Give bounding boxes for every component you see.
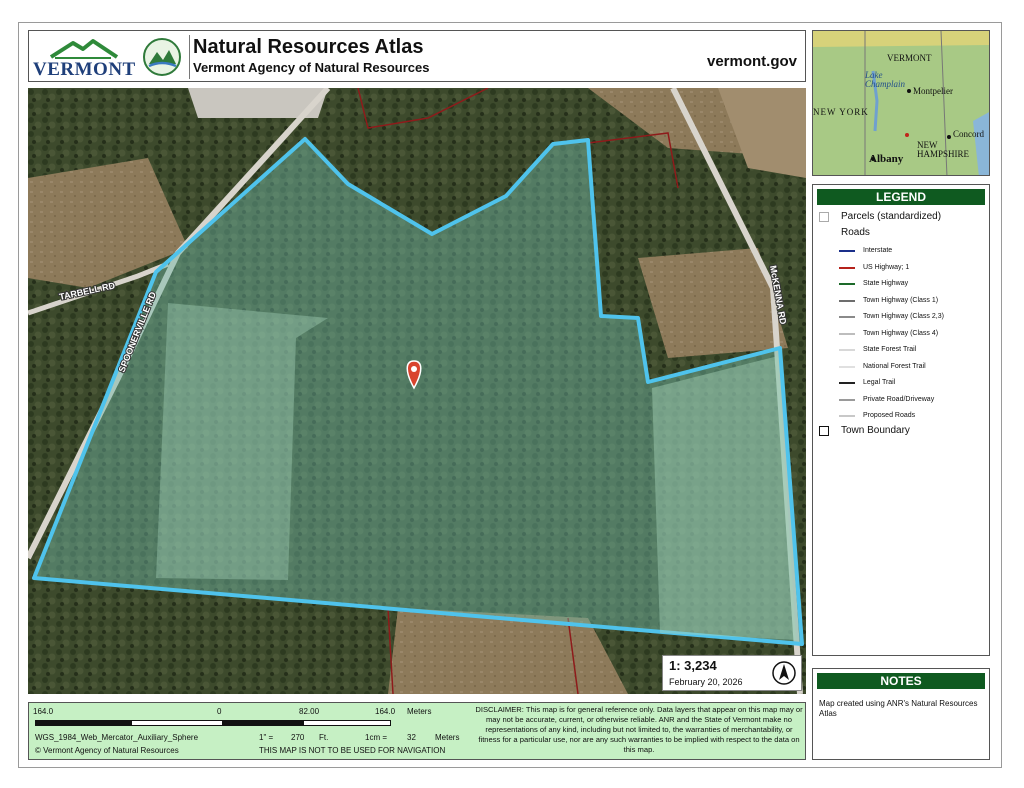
anr-logo-icon: [141, 36, 183, 78]
scale-label-mid: 82.00: [299, 707, 320, 716]
cm-scale-value: 32: [407, 733, 416, 742]
map-header: VERMONT Natural Resources Atlas Vermont …: [28, 30, 806, 82]
legend-roads: Roads: [841, 227, 870, 238]
inch-scale-label: 1" =: [259, 733, 274, 742]
vermont-logo-text: VERMONT: [33, 59, 136, 80]
road-legend-swatch: [839, 398, 855, 401]
inset-label-albany: Albany: [869, 153, 904, 165]
road-legend-label: State Forest Trail: [863, 346, 917, 353]
scale-label-zero: 0: [217, 707, 222, 716]
road-legend-label: State Highway: [863, 280, 909, 287]
scale-unit: Meters: [407, 707, 432, 716]
road-legend-label: US Highway; 1: [863, 263, 910, 271]
road-legend-swatch: [839, 283, 855, 285]
legend-title: LEGEND: [817, 189, 985, 205]
road-legend-swatch: [839, 415, 855, 417]
inch-scale-value: 270: [291, 733, 305, 742]
disclaimer: DISCLAIMER: This map is for general refe…: [475, 705, 803, 754]
road-legend-label: Town Highway (Class 4): [863, 329, 939, 337]
road-legend-swatch: [839, 266, 855, 269]
notes-title: NOTES: [817, 673, 985, 689]
inset-label-newyork: NEW YORK: [813, 107, 869, 117]
road-legend-swatch: [839, 316, 855, 318]
inset-label-vermont: VERMONT: [887, 53, 932, 63]
inset-locator-map: VERMONT Lake Champlain Montpelier NEW YO…: [812, 30, 990, 176]
site-url: vermont.gov: [706, 53, 797, 70]
aerial-imagery: TARBELL RD SPOONERVILLE RD McKENNA RD: [28, 88, 806, 694]
town-boundary-swatch: [819, 426, 829, 436]
legend-panel: LEGEND Parcels (standardized) Roads Town…: [812, 184, 990, 656]
road-legend-label: National Forest Trail: [863, 362, 926, 370]
scale-label-left: 164.0: [33, 707, 54, 716]
road-legend-label: Town Highway (Class 2,3): [863, 313, 944, 320]
inset-label-concord: Concord: [953, 129, 984, 139]
legend-parcels: Parcels (standardized): [841, 211, 942, 222]
road-legend-label: Legal Trail: [863, 379, 896, 386]
projection: WGS_1984_Web_Mercator_Auxiliary_Sphere: [35, 733, 199, 742]
map-scale-box: 1: 3,234 February 20, 2026: [662, 655, 802, 691]
road-legend-label: Interstate: [863, 247, 893, 254]
agency-name: Vermont Agency of Natural Resources: [193, 60, 430, 75]
copyright: © Vermont Agency of Natural Resources: [35, 746, 179, 755]
road-legend-label: Private Road/Driveway: [863, 395, 935, 403]
inset-label-montpelier: Montpelier: [913, 86, 953, 96]
cm-scale-label: 1cm =: [365, 733, 388, 742]
scale-bar: [35, 720, 391, 726]
vermont-logo: VERMONT: [33, 35, 136, 80]
inset-label-newhampshire: NEW HAMPSHIRE: [917, 140, 970, 159]
road-legend-swatch: [839, 382, 855, 384]
navigation-warning: THIS MAP IS NOT TO BE USED FOR NAVIGATIO…: [259, 746, 446, 755]
road-legend-swatch: [839, 332, 855, 335]
atlas-title: Natural Resources Atlas: [193, 36, 424, 58]
parcels-swatch: [819, 212, 829, 222]
legend-town-boundary: Town Boundary: [841, 425, 910, 436]
road-legend-swatch: [839, 349, 855, 351]
cm-scale-unit: Meters: [435, 733, 460, 742]
header-divider: [189, 35, 190, 79]
scale-label-right: 164.0: [375, 707, 396, 716]
inset-label-lake: Lake Champlain: [865, 70, 906, 89]
road-legend-label: Town Highway (Class 1): [863, 296, 939, 304]
mountain-logo-icon: [49, 39, 119, 59]
road-legend-swatch: [839, 299, 855, 302]
map-footer: 164.0 0 82.00 164.0 Meters WGS_1984_Web_…: [28, 702, 806, 760]
inch-scale-unit: Ft.: [319, 733, 329, 742]
road-legend-label: Proposed Roads: [863, 412, 916, 419]
aerial-map[interactable]: TARBELL RD SPOONERVILLE RD McKENNA RD: [28, 88, 806, 694]
map-date: February 20, 2026: [669, 677, 743, 687]
scale-ratio: 1: 3,234: [669, 658, 717, 673]
north-arrow-icon: [771, 660, 797, 686]
road-legend-swatch: [839, 250, 855, 252]
notes-text: Map created using ANR's Natural Resource…: [819, 699, 978, 718]
road-legend-swatch: [839, 365, 855, 368]
notes-panel: NOTES Map created using ANR's Natural Re…: [812, 668, 990, 760]
